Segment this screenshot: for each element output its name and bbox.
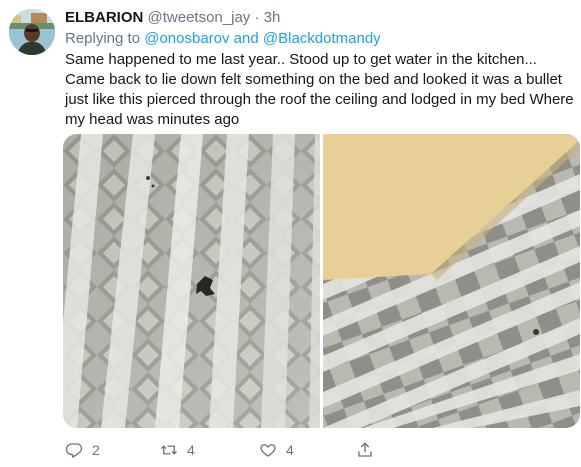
avatar[interactable] (9, 9, 55, 55)
reply-count: 2 (92, 442, 100, 458)
share-icon (358, 442, 372, 457)
replying-prefix: Replying to (65, 30, 141, 47)
tweet-header: ELBARION @tweetson_jay · 3h (65, 8, 280, 28)
like-button[interactable]: 4 (259, 441, 294, 459)
mention-link[interactable]: @Blackdotmandy (263, 30, 381, 47)
separator: · (254, 9, 260, 26)
reply-icon (65, 443, 83, 458)
like-count: 4 (286, 442, 294, 458)
author-name[interactable]: ELBARION (65, 9, 143, 26)
tweet-text: Same happened to me last year.. Stood up… (65, 51, 574, 128)
share-button[interactable] (356, 441, 374, 459)
replying-to: Replying to @onosbarov and @Blackdotmand… (65, 29, 381, 49)
timestamp[interactable]: 3h (264, 9, 281, 26)
mention-link[interactable]: @onosbarov (144, 30, 229, 47)
heart-icon (260, 444, 276, 457)
retweet-button[interactable]: 4 (160, 441, 195, 459)
ceiling-photo-1[interactable] (63, 134, 320, 428)
retweet-icon (161, 445, 177, 455)
mention-and[interactable]: and (234, 30, 259, 47)
reply-button[interactable]: 2 (65, 441, 100, 459)
tweet[interactable]: ELBARION @tweetson_jay · 3h Replying to … (0, 0, 581, 467)
retweet-count: 4 (187, 442, 195, 458)
media-grid (63, 134, 580, 428)
ceiling-photo-2[interactable] (323, 134, 580, 428)
author-handle[interactable]: @tweetson_jay (148, 9, 251, 26)
tweet-actions: 2 4 4 (65, 441, 395, 461)
